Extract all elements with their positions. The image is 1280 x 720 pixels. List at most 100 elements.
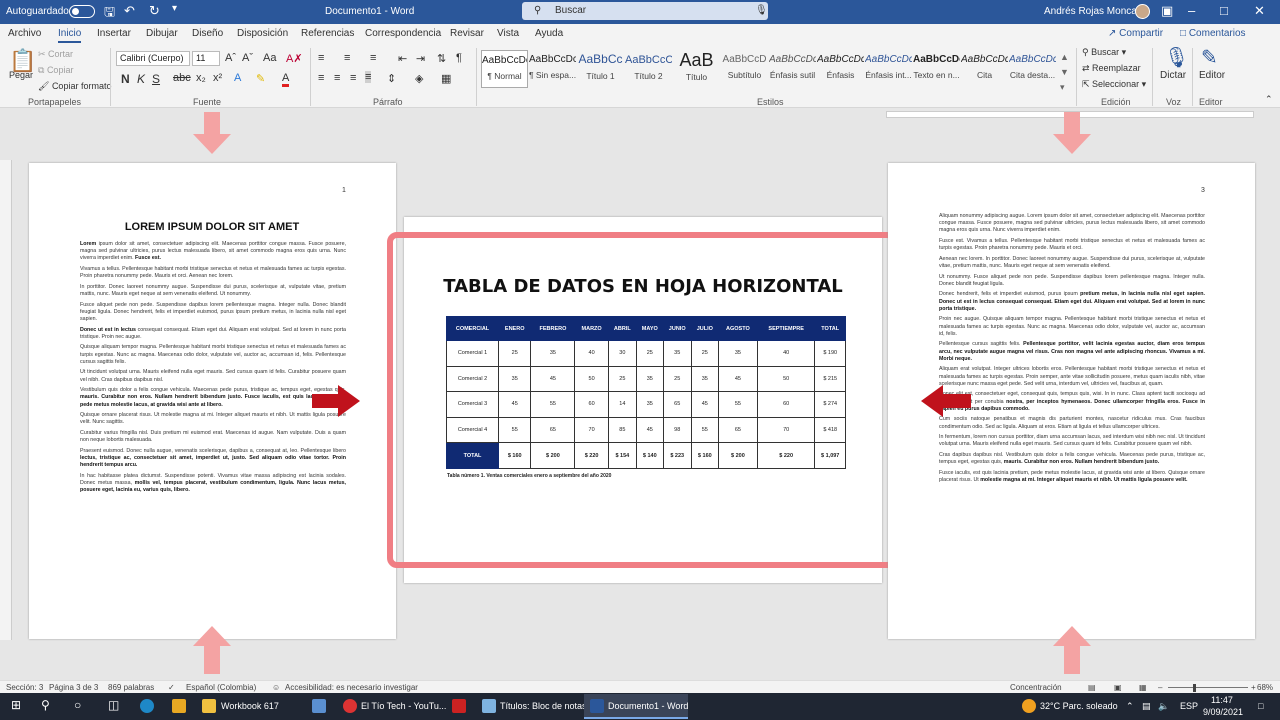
notepad-icon[interactable]	[482, 699, 496, 713]
style-quote[interactable]: AaBbCcDc Cita	[961, 50, 1008, 88]
redo-icon[interactable]: ↻	[149, 3, 160, 19]
decrease-indent-icon[interactable]: ⇤	[398, 52, 407, 65]
multilevel-list-icon[interactable]: ≡	[370, 52, 376, 64]
accessibility-indicator[interactable]: Accesibilidad: es necesario investigar	[285, 683, 418, 692]
notifications-icon[interactable]: □	[1258, 701, 1263, 711]
style-no-spacing[interactable]: AaBbCcDc ¶ Sin espa...	[529, 50, 576, 88]
word-count[interactable]: 869 palabras	[108, 683, 154, 692]
minimize-icon[interactable]: –	[1188, 3, 1195, 18]
style-subtitle[interactable]: AaBbCcD Subtítulo	[721, 50, 768, 88]
collapse-ribbon-icon[interactable]: ⌃	[1265, 94, 1273, 105]
tab-dibujar[interactable]: Dibujar	[146, 28, 178, 39]
numbering-icon[interactable]: ≡	[344, 52, 350, 64]
weather-text[interactable]: 32°C Parc. soleado	[1040, 701, 1118, 711]
tab-diseno[interactable]: Diseño	[192, 28, 223, 39]
clock-time[interactable]: 11:47	[1211, 695, 1233, 705]
tab-insertar[interactable]: Insertar	[97, 28, 131, 39]
show-marks-icon[interactable]: ¶	[456, 52, 462, 64]
save-icon[interactable]: 🖫	[104, 3, 115, 25]
styles-scroll-down-icon[interactable]: ▼	[1060, 67, 1069, 77]
tab-disposicion[interactable]: Disposición	[237, 28, 288, 39]
taskbar-app-word[interactable]: Documento1 - Word	[608, 701, 688, 711]
tab-ayuda[interactable]: Ayuda	[535, 28, 563, 39]
zoom-slider[interactable]	[1168, 687, 1248, 688]
text-effects-icon[interactable]: A	[234, 72, 241, 84]
page-indicator[interactable]: Página 3 de 3	[49, 683, 98, 692]
style-normal[interactable]: AaBbCcDc ¶ Normal	[481, 50, 528, 88]
calculator-icon[interactable]	[312, 699, 326, 713]
superscript-icon[interactable]: x²	[213, 72, 222, 84]
clock-date[interactable]: 9/09/2021	[1203, 707, 1243, 717]
language-indicator[interactable]: Español (Colombia)	[186, 683, 256, 692]
bullets-icon[interactable]: ≡	[318, 52, 324, 64]
style-emphasis[interactable]: AaBbCcDc Énfasis	[817, 50, 864, 88]
comments-button[interactable]: □ Comentarios	[1180, 28, 1246, 39]
tab-archivo[interactable]: Archivo	[8, 28, 41, 39]
close-icon[interactable]: ✕	[1254, 3, 1265, 19]
chrome-icon[interactable]	[343, 699, 357, 713]
select-button[interactable]: ⇱ Seleccionar ▾	[1082, 79, 1146, 90]
justify-icon[interactable]: ≡	[365, 71, 372, 83]
zoom-slider-handle[interactable]	[1193, 684, 1196, 692]
replace-button[interactable]: ⇄ Reemplazar	[1082, 63, 1141, 74]
font-name-select[interactable]: Calibri (Cuerpo)	[116, 51, 190, 66]
clear-format-icon[interactable]: A✗	[286, 52, 303, 65]
explorer-icon[interactable]	[172, 699, 186, 713]
format-painter-button[interactable]: 🖌 Copiar formato	[38, 81, 111, 92]
align-center-icon[interactable]: ≡	[334, 72, 340, 84]
shading-icon[interactable]: ◈	[415, 72, 423, 85]
windows-start-icon[interactable]: ⊞	[11, 698, 21, 712]
borders-icon[interactable]: ▦	[441, 72, 451, 85]
customize-qat-icon[interactable]: ▾	[172, 3, 177, 14]
copy-button[interactable]: ⧉ Copiar	[38, 65, 73, 76]
taskbar-app-chrome[interactable]: El Tío Tech - YouTu...	[361, 701, 446, 711]
dictate-button[interactable]: Dictar	[1160, 70, 1186, 81]
word-icon[interactable]	[590, 699, 604, 713]
folder-icon[interactable]	[202, 699, 216, 713]
align-left-icon[interactable]: ≡	[318, 72, 324, 84]
search-box[interactable]: ⚲ Buscar 🎙	[522, 2, 768, 20]
microphone-icon[interactable]: 🎙	[755, 5, 768, 16]
styles-scroll-up-icon[interactable]: ▲	[1060, 52, 1069, 62]
undo-icon[interactable]: ↶	[124, 3, 135, 19]
cortana-icon[interactable]: ○	[74, 698, 81, 712]
horizontal-ruler[interactable]	[0, 108, 1280, 120]
share-button[interactable]: ↗ Compartir	[1108, 28, 1163, 39]
style-subtle-emphasis[interactable]: AaBbCcDc Énfasis sutil	[769, 50, 816, 88]
focus-mode-button[interactable]: Concentración	[1010, 683, 1062, 692]
proofing-icon[interactable]: ✓	[168, 683, 175, 692]
style-heading-2[interactable]: AaBbCcC Título 2	[625, 50, 672, 88]
tab-referencias[interactable]: Referencias	[301, 28, 354, 39]
increase-indent-icon[interactable]: ⇥	[416, 52, 425, 65]
find-button[interactable]: ⚲ Buscar ▾	[1082, 47, 1126, 58]
taskbar-app-workbook[interactable]: Workbook 617	[221, 701, 279, 711]
tab-revisar[interactable]: Revisar	[450, 28, 484, 39]
align-right-icon[interactable]: ≡	[350, 72, 356, 84]
network-icon[interactable]: ▤	[1142, 701, 1151, 712]
section-indicator[interactable]: Sección: 3	[6, 683, 43, 692]
paste-button[interactable]: Pegar	[9, 70, 33, 80]
editor-icon[interactable]: ✎	[1201, 45, 1218, 70]
taskbar-search-icon[interactable]: ⚲	[41, 698, 50, 712]
font-size-select[interactable]: 11	[192, 51, 220, 66]
taskbar-app-notepad[interactable]: Títulos: Bloc de notas	[500, 701, 587, 711]
autosave-toggle[interactable]	[69, 5, 95, 18]
avatar[interactable]	[1135, 4, 1150, 19]
shrink-font-icon[interactable]: Aˇ	[242, 52, 253, 64]
read-mode-icon[interactable]: ▤	[1088, 683, 1096, 692]
editor-button[interactable]: Editor	[1199, 70, 1225, 81]
zoom-out-icon[interactable]: –	[1158, 683, 1162, 692]
print-layout-icon[interactable]: ▣	[1114, 683, 1122, 692]
style-strong[interactable]: AaBbCcDc Texto en n...	[913, 50, 960, 88]
subscript-icon[interactable]: x₂	[196, 72, 206, 84]
zoom-level[interactable]: 68%	[1257, 683, 1273, 692]
tab-correspondencia[interactable]: Correspondencia	[365, 28, 441, 39]
underline-icon[interactable]: S	[152, 72, 160, 86]
highlight-icon[interactable]: ✎	[256, 72, 265, 85]
app-icon[interactable]	[452, 699, 466, 713]
grow-font-icon[interactable]: Aˆ	[225, 52, 236, 64]
maximize-icon[interactable]: □	[1220, 3, 1228, 18]
cut-button[interactable]: ✂ Cortar	[38, 49, 73, 60]
volume-icon[interactable]: 🔈	[1158, 701, 1169, 712]
tab-inicio[interactable]: Inicio	[58, 28, 82, 43]
